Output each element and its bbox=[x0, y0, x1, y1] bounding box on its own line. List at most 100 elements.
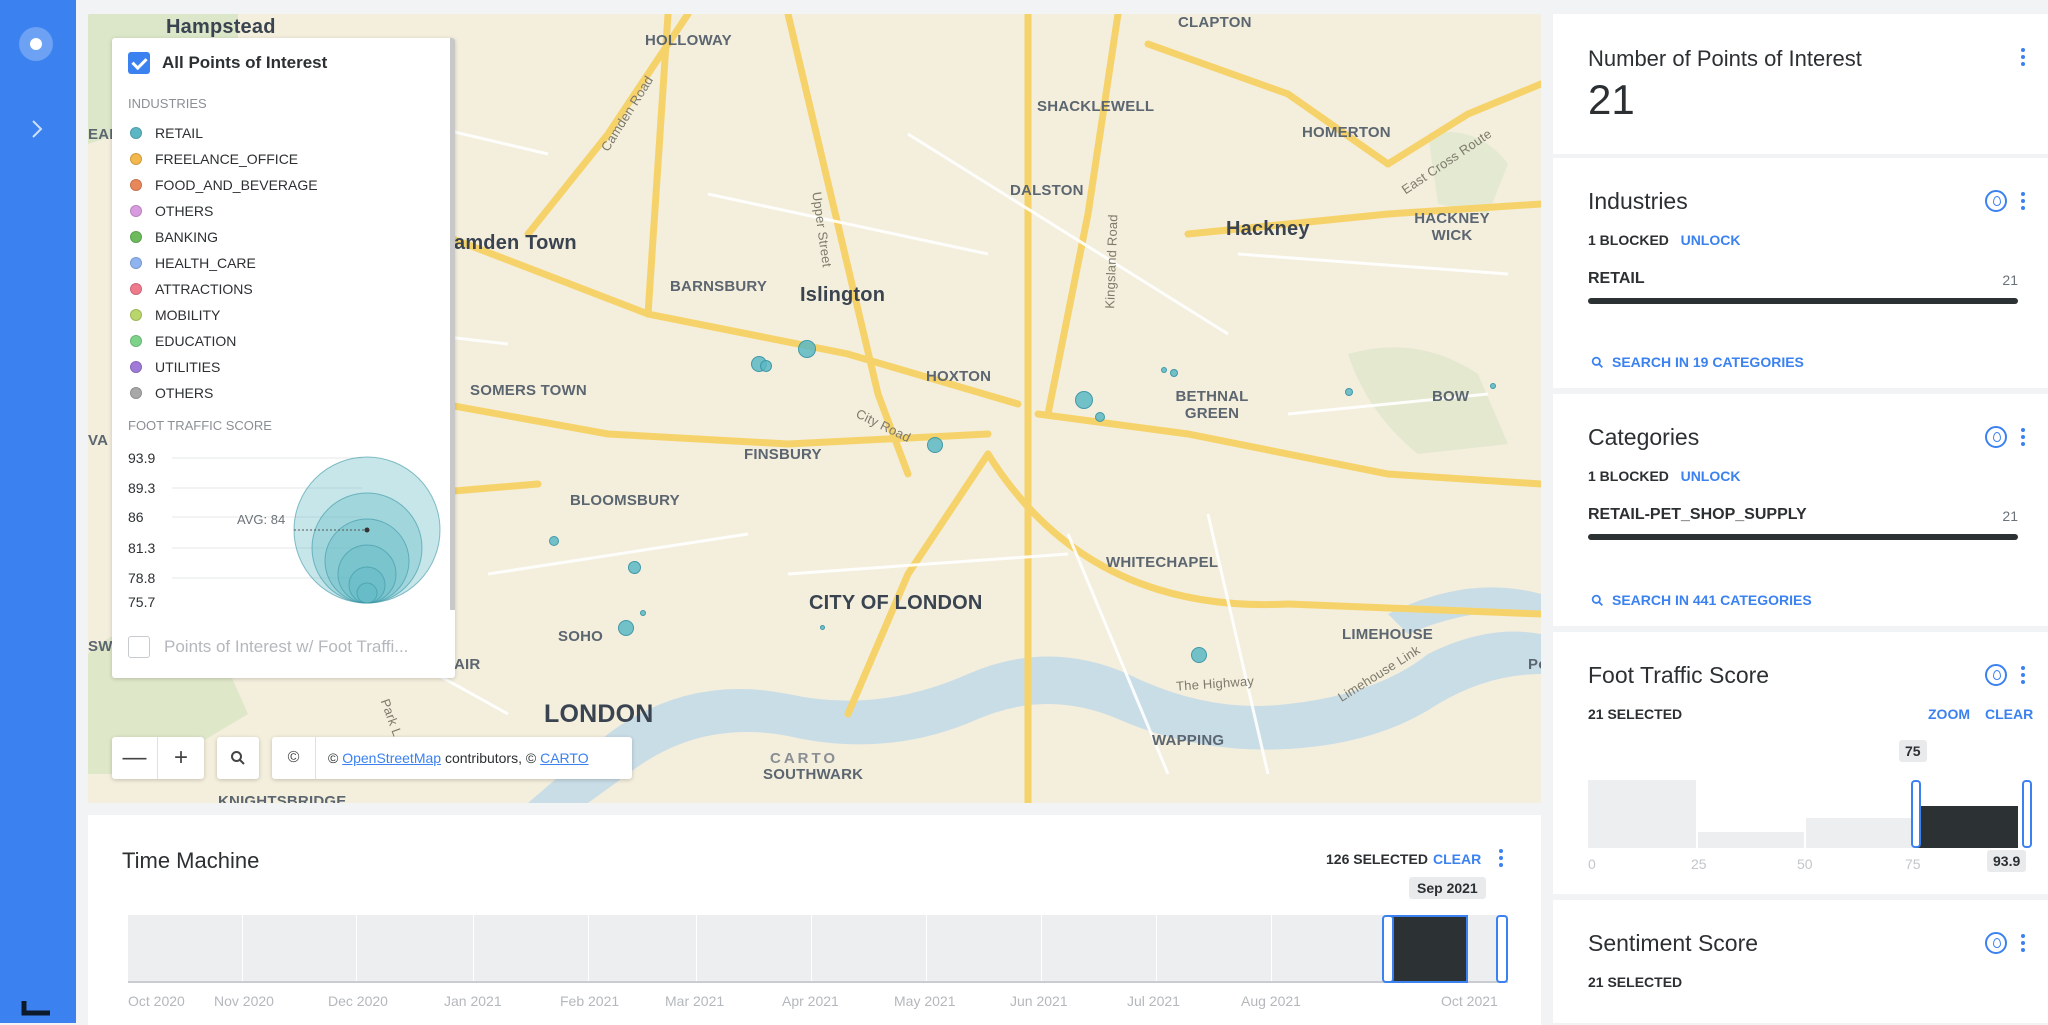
histogram-divider bbox=[926, 915, 927, 981]
search-categories-button[interactable]: SEARCH IN 441 CATEGORIES bbox=[1591, 592, 1812, 608]
poi-marker[interactable] bbox=[1075, 391, 1093, 409]
poi-marker[interactable] bbox=[1095, 412, 1105, 422]
search-categories-button[interactable]: SEARCH IN 19 CATEGORIES bbox=[1591, 354, 1804, 370]
more-options-icon[interactable] bbox=[2020, 934, 2026, 954]
map-label: LONDON bbox=[544, 700, 654, 728]
checkbox-checked-icon[interactable] bbox=[128, 52, 150, 74]
legend-layer-toggle[interactable]: All Points of Interest bbox=[128, 52, 327, 74]
map-attribution: © © OpenStreetMap contributors, © CARTO bbox=[272, 737, 632, 779]
osm-link[interactable]: OpenStreetMap bbox=[342, 750, 441, 766]
more-options-icon[interactable] bbox=[2020, 48, 2026, 68]
zoom-control: — + bbox=[112, 737, 204, 779]
histogram-bar[interactable] bbox=[1806, 818, 1914, 848]
poi-marker[interactable] bbox=[927, 437, 943, 453]
legend-item: FOOD_AND_BEVERAGE bbox=[130, 172, 318, 198]
carto-watermark: CARTO bbox=[770, 750, 839, 767]
poi-marker[interactable] bbox=[618, 620, 634, 636]
more-options-icon[interactable] bbox=[1498, 849, 1504, 869]
widget-title: Sentiment Score bbox=[1588, 930, 1759, 956]
poi-marker[interactable] bbox=[798, 340, 816, 358]
color-by-icon[interactable] bbox=[1985, 932, 2007, 954]
sentiment-widget: Sentiment Score 21 SELECTED bbox=[1553, 900, 2048, 1023]
categories-widget: Categories 1 BLOCKED UNLOCK RETAIL-PET_S… bbox=[1553, 394, 2048, 626]
category-label[interactable]: RETAIL bbox=[1588, 270, 1645, 288]
axis-tick: 50 bbox=[1797, 856, 1813, 872]
search-icon bbox=[1591, 594, 1604, 606]
poi-marker[interactable] bbox=[1345, 388, 1353, 396]
legend-item-label: MOBILITY bbox=[155, 307, 221, 323]
chevron-right-icon[interactable] bbox=[22, 114, 52, 144]
histogram-divider bbox=[811, 915, 812, 981]
left-rail bbox=[0, 0, 76, 1023]
more-options-icon[interactable] bbox=[2020, 192, 2026, 212]
map-label: FINSBURY bbox=[744, 446, 822, 463]
axis-tick: Oct 2020 bbox=[128, 993, 185, 1009]
range-handle-right[interactable] bbox=[1496, 915, 1508, 983]
zoom-in-button[interactable]: + bbox=[158, 737, 204, 779]
color-swatch-icon bbox=[130, 205, 142, 217]
map-label: SOHO bbox=[558, 628, 603, 645]
color-swatch-icon bbox=[130, 153, 142, 165]
poi-marker[interactable] bbox=[1191, 647, 1207, 663]
zoom-out-button[interactable]: — bbox=[112, 737, 158, 779]
legend-item: OTHERS bbox=[130, 380, 318, 406]
category-value: 21 bbox=[2002, 508, 2018, 524]
unlock-button[interactable]: UNLOCK bbox=[1681, 232, 1741, 248]
time-histogram[interactable] bbox=[128, 915, 1508, 983]
more-options-icon[interactable] bbox=[2020, 428, 2026, 448]
legend-layer-toggle[interactable]: Points of Interest w/ Foot Traffi... bbox=[128, 636, 408, 658]
time-selection-range[interactable] bbox=[1388, 915, 1468, 983]
foot-traffic-histogram[interactable] bbox=[1588, 780, 2032, 848]
map-label: LIMEHOUSE bbox=[1342, 626, 1433, 643]
clear-button[interactable]: CLEAR bbox=[1433, 851, 1481, 867]
blocked-count: 1 BLOCKED bbox=[1588, 232, 1669, 248]
poi-marker[interactable] bbox=[549, 536, 559, 546]
poi-marker[interactable] bbox=[628, 561, 641, 574]
legend-item: FREELANCE_OFFICE bbox=[130, 146, 318, 172]
range-handle-left[interactable] bbox=[1382, 915, 1394, 983]
map-search-button[interactable] bbox=[217, 737, 259, 779]
histogram-bar[interactable] bbox=[1698, 832, 1804, 848]
map-label: CITY OF LONDON bbox=[809, 592, 983, 614]
widget-title: Categories bbox=[1588, 424, 1700, 450]
histogram-bar-selected[interactable] bbox=[1916, 806, 2018, 848]
checkbox-unchecked-icon[interactable] bbox=[128, 636, 150, 658]
map-legend: All Points of Interest INDUSTRIES RETAIL… bbox=[112, 38, 455, 678]
color-by-icon[interactable] bbox=[1985, 426, 2007, 448]
legend-item: MOBILITY bbox=[130, 302, 318, 328]
color-by-icon[interactable] bbox=[1985, 190, 2007, 212]
category-label[interactable]: RETAIL-PET_SHOP_SUPPLY bbox=[1588, 506, 1807, 524]
histogram-bar[interactable] bbox=[1588, 780, 1696, 848]
legend-item-label: FOOD_AND_BEVERAGE bbox=[155, 177, 318, 193]
category-bar[interactable] bbox=[1588, 298, 2018, 304]
axis-tick: Nov 2020 bbox=[214, 993, 274, 1009]
poi-marker[interactable] bbox=[640, 610, 646, 616]
map-label: WAPPING bbox=[1152, 732, 1225, 749]
poi-marker[interactable] bbox=[760, 360, 772, 372]
poi-marker[interactable] bbox=[1161, 367, 1167, 373]
poi-marker[interactable] bbox=[820, 625, 825, 630]
category-bar[interactable] bbox=[1588, 534, 2018, 540]
zoom-button[interactable]: ZOOM bbox=[1928, 706, 1970, 722]
color-by-icon[interactable] bbox=[1985, 664, 2007, 686]
map-label: VA bbox=[88, 432, 109, 449]
widget-title: Number of Points of Interest bbox=[1588, 46, 1862, 71]
carto-link[interactable]: CARTO bbox=[540, 750, 589, 766]
map-label: BARNSBURY bbox=[670, 278, 768, 295]
more-options-icon[interactable] bbox=[2020, 666, 2026, 686]
color-swatch-icon bbox=[130, 127, 142, 139]
unlock-button[interactable]: UNLOCK bbox=[1681, 468, 1741, 484]
poi-marker[interactable] bbox=[1170, 369, 1178, 377]
legend-item-label: BANKING bbox=[155, 229, 219, 245]
scale-value: 89.3 bbox=[128, 480, 156, 496]
range-handle-left[interactable] bbox=[1911, 780, 1921, 848]
range-handle-right[interactable] bbox=[2022, 780, 2032, 848]
clear-button[interactable]: CLEAR bbox=[1985, 706, 2033, 722]
app-logo-icon[interactable] bbox=[19, 27, 53, 61]
foot-traffic-widget: Foot Traffic Score 21 SELECTED ZOOM CLEA… bbox=[1553, 632, 2048, 894]
map-label: BETHNAL GREEN bbox=[1175, 388, 1249, 422]
poi-marker[interactable] bbox=[1490, 383, 1496, 389]
widget-title: Time Machine bbox=[122, 848, 260, 873]
attribution-toggle-button[interactable]: © bbox=[272, 737, 316, 779]
legend-item-label: UTILITIES bbox=[155, 359, 221, 375]
